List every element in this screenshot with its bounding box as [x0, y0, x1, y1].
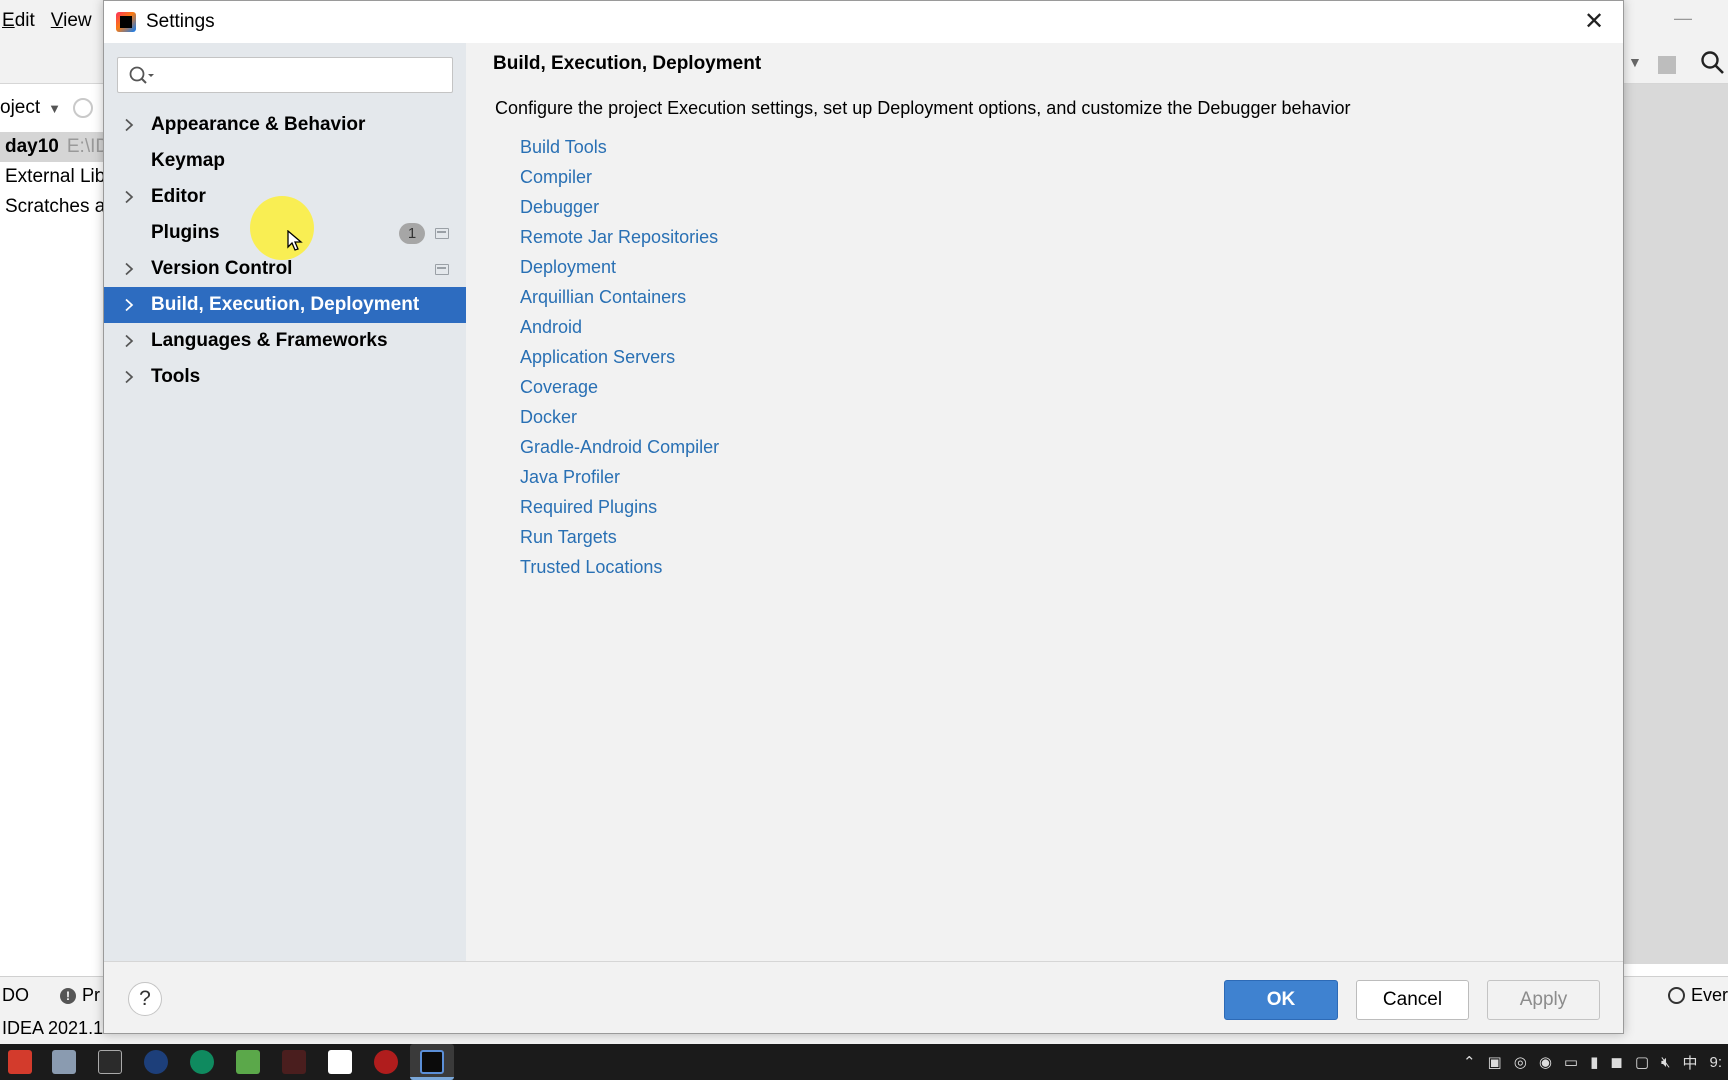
chevron-right-icon[interactable]: [122, 107, 136, 143]
nav-keymap[interactable]: Keymap: [104, 143, 466, 179]
minimize-icon[interactable]: —: [1674, 8, 1692, 29]
todo-tab[interactable]: DO: [2, 985, 29, 1006]
taskbar: ⌃ ▣ ◎ ◉ ▭ ▮ ◼ ▢ 🔇︎ 中 9:: [0, 1044, 1728, 1080]
taskbar-app-1-icon[interactable]: [8, 1050, 32, 1074]
chevron-up-icon[interactable]: ⌃: [1463, 1053, 1476, 1071]
clock[interactable]: 9:: [1709, 1054, 1722, 1071]
dropdown-arrow-icon[interactable]: ▼: [1628, 54, 1642, 70]
link-deployment[interactable]: Deployment: [520, 252, 719, 282]
dialog-button-bar: ? OK Cancel Apply: [104, 961, 1623, 1033]
chevron-right-icon[interactable]: [122, 287, 136, 323]
tree-item-scratches[interactable]: Scratches a: [0, 192, 104, 222]
microphone-icon[interactable]: ▮: [1590, 1053, 1598, 1071]
link-coverage[interactable]: Coverage: [520, 372, 719, 402]
terminal-icon[interactable]: [98, 1050, 122, 1074]
editor-area: [1624, 84, 1728, 964]
chevron-right-icon[interactable]: [122, 179, 136, 215]
link-application-servers[interactable]: Application Servers: [520, 342, 719, 372]
link-gradle-android-compiler[interactable]: Gradle-Android Compiler: [520, 432, 719, 462]
link-run-targets[interactable]: Run Targets: [520, 522, 719, 552]
menu-view[interactable]: View: [51, 10, 92, 32]
project-tree: day10 E:\ID External Lib Scratches a: [0, 132, 104, 222]
tray-app-icon[interactable]: ▣: [1488, 1053, 1502, 1071]
ok-button[interactable]: OK: [1224, 980, 1338, 1020]
project-level-icon: [435, 264, 449, 275]
dialog-titlebar: Settings ✕: [104, 1, 1623, 43]
tray-office-icon[interactable]: ◼: [1610, 1053, 1622, 1071]
tree-item-day10[interactable]: day10 E:\ID: [0, 132, 104, 162]
taskbar-app-6-icon[interactable]: [236, 1050, 260, 1074]
link-android[interactable]: Android: [520, 312, 719, 342]
link-debugger[interactable]: Debugger: [520, 192, 719, 222]
plugins-update-badge: 1: [399, 223, 425, 244]
tray-circle-icon[interactable]: ◉: [1539, 1053, 1552, 1071]
link-remote-jar-repositories[interactable]: Remote Jar Repositories: [520, 222, 719, 252]
settings-dialog: Settings ✕ Appearance & Behavior Keymap …: [103, 0, 1624, 1034]
chevron-right-icon[interactable]: [122, 359, 136, 395]
chevron-down-icon: ▼: [48, 100, 62, 116]
system-tray: ⌃ ▣ ◎ ◉ ▭ ▮ ◼ ▢ 🔇︎ 中 9:: [1457, 1044, 1728, 1080]
settings-search-box[interactable]: [117, 57, 453, 93]
cancel-button[interactable]: Cancel: [1356, 980, 1469, 1020]
content-title: Build, Execution, Deployment: [493, 53, 762, 74]
link-java-profiler[interactable]: Java Profiler: [520, 462, 719, 492]
locate-icon[interactable]: [73, 98, 94, 118]
tree-item-external-libraries[interactable]: External Lib: [0, 162, 104, 192]
link-compiler[interactable]: Compiler: [520, 162, 719, 192]
taskbar-app-7-icon[interactable]: [282, 1050, 306, 1074]
taskbar-app-2-icon[interactable]: [52, 1050, 76, 1074]
intellij-icon: [420, 1050, 444, 1074]
settings-content: Build, Execution, Deployment Configure t…: [466, 43, 1623, 961]
event-log-tab[interactable]: Ever: [1668, 985, 1728, 1006]
link-trusted-locations[interactable]: Trusted Locations: [520, 552, 719, 582]
input-language[interactable]: 中: [1682, 1052, 1697, 1073]
problems-icon: !: [60, 987, 76, 1004]
intellij-logo-icon: [116, 12, 136, 32]
search-icon: [128, 65, 156, 90]
tray-edge-icon[interactable]: ◎: [1514, 1053, 1527, 1071]
link-arquillian-containers[interactable]: Arquillian Containers: [520, 282, 719, 312]
stop-icon[interactable]: [1658, 56, 1676, 74]
apply-button[interactable]: Apply: [1487, 980, 1600, 1020]
search-everywhere-icon[interactable]: [1700, 50, 1726, 81]
chevron-right-icon[interactable]: [122, 323, 136, 359]
link-docker[interactable]: Docker: [520, 402, 719, 432]
typora-icon[interactable]: [328, 1050, 352, 1074]
link-build-tools[interactable]: Build Tools: [520, 132, 719, 162]
nav-appearance-behavior[interactable]: Appearance & Behavior: [104, 107, 466, 143]
ide-toolbar-right: ▼: [1618, 50, 1728, 80]
close-icon[interactable]: ✕: [1581, 9, 1607, 35]
content-description: Configure the project Execution settings…: [495, 98, 1351, 118]
volume-muted-icon[interactable]: 🔇︎: [1661, 1054, 1670, 1071]
cursor-highlight: [250, 196, 314, 260]
mouse-pointer-icon: [287, 229, 303, 257]
nav-tools[interactable]: Tools: [104, 359, 466, 395]
nav-languages-frameworks[interactable]: Languages & Frameworks: [104, 323, 466, 359]
project-view-selector[interactable]: oject ▼: [0, 88, 104, 128]
chevron-right-icon[interactable]: [122, 251, 136, 287]
battery-icon[interactable]: ▭: [1564, 1053, 1578, 1071]
recorder-icon[interactable]: [374, 1050, 398, 1074]
event-log-icon: [1668, 987, 1685, 1004]
settings-sidebar: Appearance & Behavior Keymap Editor Plug…: [104, 43, 466, 961]
network-icon[interactable]: ▢: [1635, 1053, 1649, 1071]
settings-search-input[interactable]: [162, 62, 442, 88]
dialog-title: Settings: [146, 11, 215, 32]
problems-tab[interactable]: ! Pr: [60, 985, 100, 1006]
menu-edit[interactable]: Edit: [2, 10, 35, 32]
subpage-links: Build Tools Compiler Debugger Remote Jar…: [520, 132, 719, 582]
edge-icon[interactable]: [190, 1050, 214, 1074]
project-label: oject: [0, 97, 41, 118]
help-button[interactable]: ?: [128, 982, 162, 1016]
nav-build-execution-deployment[interactable]: Build, Execution, Deployment: [104, 287, 466, 323]
taskbar-app-4-icon[interactable]: [144, 1050, 168, 1074]
project-level-icon: [435, 228, 449, 239]
link-required-plugins[interactable]: Required Plugins: [520, 492, 719, 522]
